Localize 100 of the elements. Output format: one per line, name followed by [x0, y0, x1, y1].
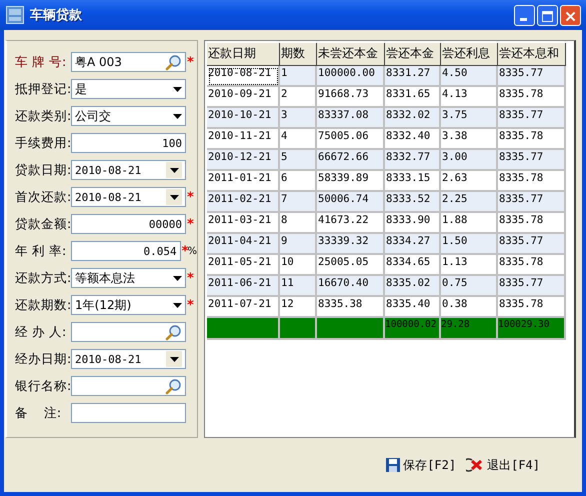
column-header[interactable]: 尝还本息和 — [498, 43, 566, 66]
required-mark: * — [182, 244, 188, 258]
table-cell: 8335.78 — [498, 171, 566, 192]
search-icon[interactable] — [165, 54, 182, 70]
table-cell: 8333.52 — [385, 192, 441, 213]
required-mark: * — [187, 298, 194, 312]
field-label: 首次还款: — [15, 188, 71, 206]
dropdown[interactable]: 是 — [71, 79, 186, 99]
table-cell: 8335.78 — [498, 255, 566, 276]
input-field[interactable]: 100 — [71, 133, 186, 153]
date-picker[interactable]: 2010-08-21 — [71, 187, 186, 207]
field-label: 车 牌 号: — [15, 54, 68, 70]
table-cell: 8331.27 — [385, 66, 441, 87]
dropdown-arrow-icon[interactable] — [173, 302, 182, 308]
table-cell: 8 — [280, 213, 317, 234]
field-label: 年 利 率: — [15, 242, 68, 260]
column-header[interactable]: 期数 — [280, 43, 317, 66]
save-button[interactable]: 保存[F2] — [384, 454, 458, 476]
table-cell: 2010-11-21 — [207, 129, 280, 150]
input-field[interactable]: 0.054 — [71, 241, 181, 261]
table-cell: 4 — [280, 129, 317, 150]
exit-icon — [466, 458, 484, 472]
close-button[interactable] — [560, 4, 581, 26]
required-mark: * — [187, 270, 194, 286]
table-cell: 2011-03-21 — [207, 213, 280, 234]
input-field[interactable] — [71, 403, 186, 423]
search-field[interactable] — [71, 322, 186, 342]
table-cell: 2010-08-21 — [207, 66, 280, 87]
table-cell: 3.38 — [441, 129, 498, 150]
column-header[interactable]: 尝还利息 — [441, 43, 498, 66]
input-field[interactable]: 00000 — [71, 214, 186, 234]
field-label: 银行名称: — [15, 378, 71, 394]
search-icon[interactable] — [165, 378, 182, 394]
field-label: 手续费用: — [15, 134, 71, 152]
table-cell: 0.38 — [441, 297, 498, 318]
table-cell: 2011-04-21 — [207, 234, 280, 255]
table-cell: 2010-10-21 — [207, 108, 280, 129]
column-header[interactable]: 未尝还本金 — [317, 43, 385, 66]
dropdown-arrow-icon[interactable] — [173, 114, 182, 118]
table-cell: 100000.00 — [317, 66, 385, 87]
exit-button[interactable]: 退出[F4] — [464, 454, 542, 476]
table-cell: 4.50 — [441, 66, 498, 87]
table-cell: 2011-01-21 — [207, 171, 280, 192]
table-cell: 2011-05-21 — [207, 255, 280, 276]
required-mark: * — [187, 190, 194, 204]
table-cell: 58339.89 — [317, 171, 385, 192]
table-cell: 8334.65 — [385, 255, 441, 276]
table-cell: 2011-02-21 — [207, 192, 280, 213]
table-cell: 3.75 — [441, 108, 498, 129]
date-picker[interactable]: 2010-08-21 — [71, 160, 186, 180]
total-cell: 29.28 — [441, 318, 498, 340]
table-cell: 25005.05 — [317, 255, 385, 276]
field-label: 备 注: — [15, 404, 62, 422]
table-cell: 75005.06 — [317, 129, 385, 150]
field-label: 还款方式: — [15, 270, 71, 286]
table-cell: 8332.77 — [385, 150, 441, 171]
dropdown[interactable]: 公司交 — [71, 106, 186, 126]
table-cell: 1.13 — [441, 255, 498, 276]
field-label: 经办日期: — [15, 350, 71, 368]
dropdown[interactable]: 1年(12期) — [71, 295, 186, 315]
field-label: 经 办 人: — [15, 324, 68, 340]
table-cell: 8335.02 — [385, 276, 441, 297]
field-label: 还款类别: — [15, 108, 71, 124]
maximize-button[interactable] — [537, 4, 558, 26]
total-cell: 100029.30 — [498, 318, 566, 340]
table-cell: 2 — [280, 87, 317, 108]
table-cell: 6 — [280, 171, 317, 192]
dropdown[interactable]: 等额本息法 — [71, 268, 186, 288]
minimize-button[interactable] — [514, 4, 535, 26]
date-picker[interactable]: 2010-08-21 — [71, 349, 186, 369]
table-cell: 8335.78 — [498, 297, 566, 318]
table-cell: 2011-06-21 — [207, 276, 280, 297]
table-cell: 83337.08 — [317, 108, 385, 129]
total-cell — [317, 318, 385, 340]
dropdown-arrow-icon[interactable] — [173, 86, 182, 92]
column-header[interactable]: 尝还本金 — [385, 43, 441, 66]
table-cell: 8335.77 — [498, 150, 566, 171]
table-cell: 8335.38 — [317, 297, 385, 318]
dropdown-arrow-icon[interactable] — [173, 276, 182, 280]
table-cell: 0.75 — [441, 276, 498, 297]
table-cell: 8335.77 — [498, 108, 566, 129]
search-field[interactable]: 粤A 003 — [71, 52, 186, 72]
field-label: 贷款金额: — [15, 216, 71, 232]
field-label: 贷款日期: — [15, 162, 71, 178]
table-cell: 8332.02 — [385, 108, 441, 129]
table-cell: 10 — [280, 255, 317, 276]
total-cell — [280, 318, 317, 340]
table-cell: 8335.77 — [498, 192, 566, 213]
field-label: 抵押登记: — [15, 80, 71, 98]
required-mark: * — [187, 54, 194, 70]
search-field[interactable] — [71, 376, 186, 396]
table-cell: 50006.74 — [317, 192, 385, 213]
table-cell: 1.50 — [441, 234, 498, 255]
table-cell: 8333.90 — [385, 213, 441, 234]
table-cell: 33339.32 — [317, 234, 385, 255]
table-cell: 8335.78 — [498, 213, 566, 234]
search-icon[interactable] — [165, 324, 182, 340]
column-header[interactable]: 还款日期 — [207, 43, 280, 66]
table-cell: 2011-07-21 — [207, 297, 280, 318]
app-icon — [6, 6, 24, 24]
